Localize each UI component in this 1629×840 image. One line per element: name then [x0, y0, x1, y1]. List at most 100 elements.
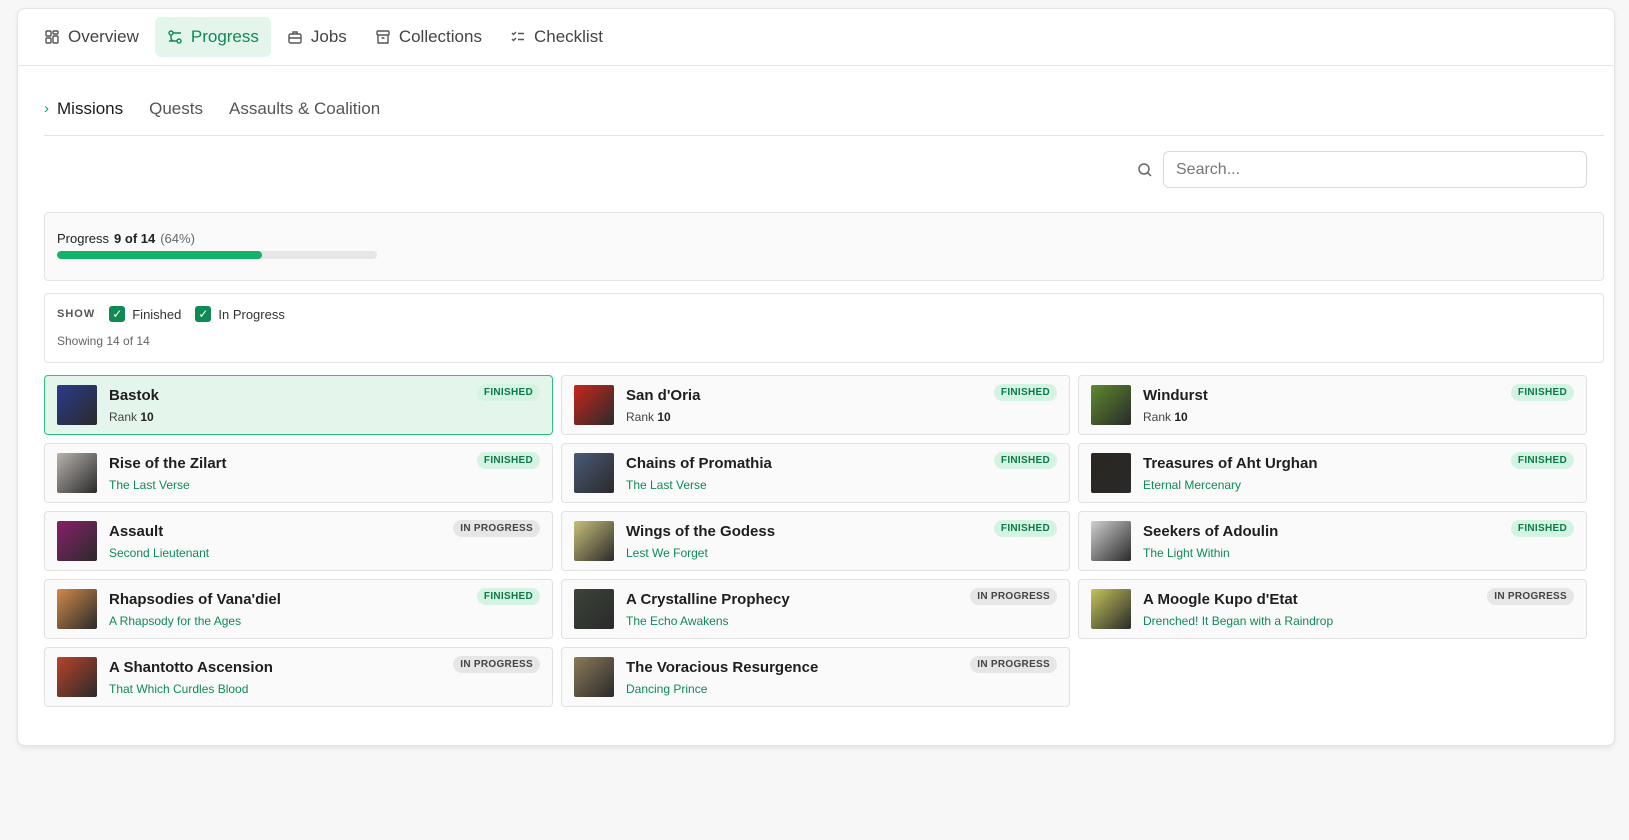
- mission-card[interactable]: San d'Oria Rank 10 FINISHED: [561, 375, 1070, 435]
- mission-card[interactable]: A Shantotto Ascension That Which Curdles …: [44, 647, 553, 707]
- subtab-assaults[interactable]: Assaults & Coalition: [229, 99, 380, 119]
- mission-title: Rise of the Zilart: [109, 454, 227, 472]
- mission-title: A Moogle Kupo d'Etat: [1143, 590, 1298, 608]
- mission-title: San d'Oria: [626, 386, 701, 404]
- in-progress-filter[interactable]: ✓ In Progress: [195, 306, 285, 322]
- checkbox-checked-icon[interactable]: ✓: [109, 306, 126, 322]
- top-nav: Overview Progress Jobs Collections Check…: [18, 9, 1614, 66]
- mission-thumbnail: [574, 453, 614, 493]
- status-badge: FINISHED: [1510, 520, 1574, 537]
- progress-percent: (64%): [160, 231, 195, 246]
- mission-subtitle: The Last Verse: [626, 477, 707, 492]
- mission-subtitle: Drenched! It Began with a Raindrop: [1143, 613, 1334, 628]
- status-badge: FINISHED: [993, 520, 1057, 537]
- mission-card[interactable]: Seekers of Adoulin The Light Within FINISH…: [1078, 511, 1587, 571]
- mission-thumbnail: [574, 521, 614, 561]
- tab-overview[interactable]: Overview: [32, 17, 151, 57]
- mission-rank: Rank 10: [109, 410, 159, 424]
- mission-card[interactable]: A Crystalline Prophecy The Echo Awakens IN…: [561, 579, 1070, 639]
- mission-thumbnail: [57, 657, 97, 697]
- mission-title: Wings of the Godess: [626, 522, 776, 540]
- mission-subtitle: The Echo Awakens: [626, 613, 729, 628]
- status-badge: IN PROGRESS: [453, 656, 540, 673]
- subtab-label: Missions: [57, 98, 124, 118]
- grid-icon: [45, 30, 59, 44]
- rank-label: Rank: [109, 409, 138, 424]
- tab-collections[interactable]: Collections: [363, 17, 494, 57]
- briefcase-icon: [288, 31, 302, 44]
- search-bar: [1137, 151, 1587, 188]
- mission-card[interactable]: Chains of Promathia The Last Verse FINISHE…: [561, 443, 1070, 503]
- mission-card[interactable]: Rhapsodies of Vana'diel A Rhapsody for th…: [44, 579, 553, 639]
- mission-thumbnail: [1091, 385, 1131, 425]
- mission-rank: Rank 10: [626, 410, 700, 424]
- mission-thumbnail: [1091, 589, 1131, 629]
- mission-card[interactable]: Assault Second Lieutenant IN PROGRESS: [44, 511, 553, 571]
- mission-subtitle: Dancing Prince: [626, 681, 708, 696]
- mission-title: Seekers of Adoulin: [1143, 522, 1279, 540]
- mission-subtitle: Second Lieutenant: [109, 545, 210, 560]
- rank-value: 10: [1174, 409, 1188, 424]
- showing-count: Showing 14 of 14: [57, 334, 150, 348]
- progress-summary: Progress 9 of 14 (64%): [44, 212, 1604, 281]
- chevron-right-icon: ›: [44, 100, 49, 117]
- status-badge: IN PROGRESS: [1487, 588, 1574, 605]
- mission-thumbnail: [1091, 453, 1131, 493]
- mission-card[interactable]: Rise of the Zilart The Last Verse FINISHED: [44, 443, 553, 503]
- archive-icon: [376, 30, 390, 44]
- mission-thumbnail: [574, 385, 614, 425]
- rank-label: Rank: [1143, 409, 1172, 424]
- mission-card[interactable]: A Moogle Kupo d'Etat Drenched! It Began w…: [1078, 579, 1587, 639]
- mission-title: A Crystalline Prophecy: [626, 590, 790, 608]
- rank-value: 10: [140, 409, 154, 424]
- subtab-quests[interactable]: Quests: [149, 99, 203, 119]
- mission-thumbnail: [57, 589, 97, 629]
- checklist-icon: [511, 31, 524, 42]
- tab-progress[interactable]: Progress: [154, 17, 271, 57]
- subtab-missions[interactable]: › Missions: [44, 99, 123, 119]
- status-badge: IN PROGRESS: [970, 656, 1057, 673]
- rank-value: 10: [657, 409, 671, 424]
- status-badge: FINISHED: [476, 588, 540, 605]
- mission-title: Treasures of Aht Urghan: [1143, 454, 1318, 472]
- mission-subtitle: Eternal Mercenary: [1143, 477, 1242, 492]
- status-badge: FINISHED: [1510, 384, 1574, 401]
- search-input[interactable]: [1163, 151, 1587, 188]
- mission-title: Bastok: [109, 386, 160, 404]
- mission-thumbnail: [57, 453, 97, 493]
- mission-subtitle: A Rhapsody for the Ages: [109, 613, 242, 628]
- show-label: SHOW: [57, 308, 96, 320]
- mission-title: Rhapsodies of Vana'diel: [109, 590, 281, 608]
- mission-card[interactable]: Bastok Rank 10 FINISHED: [44, 375, 553, 435]
- mission-title: Windurst: [1143, 386, 1208, 404]
- rank-label: Rank: [626, 409, 655, 424]
- status-badge: FINISHED: [993, 384, 1057, 401]
- progress-bar: [57, 251, 377, 259]
- mission-thumbnail: [1091, 521, 1131, 561]
- filter-panel: SHOW ✓ Finished ✓ In Progress Showing 14…: [44, 293, 1604, 363]
- search-icon: [1138, 162, 1152, 177]
- mission-card[interactable]: Wings of the Godess Lest We Forget FINISHE…: [561, 511, 1070, 571]
- mission-grid: Bastok Rank 10 FINISHED San d'Oria Rank 10 FI…: [44, 375, 1604, 707]
- tab-label: Jobs: [310, 27, 347, 46]
- mission-title: Assault: [109, 522, 164, 540]
- tab-checklist[interactable]: Checklist: [498, 17, 615, 57]
- mission-card[interactable]: The Voracious Resurgence Dancing Prince IN…: [561, 647, 1070, 707]
- status-badge: FINISHED: [993, 452, 1057, 469]
- mission-card[interactable]: Treasures of Aht Urghan Eternal Mercenary…: [1078, 443, 1587, 503]
- mission-title: The Voracious Resurgence: [626, 658, 819, 676]
- mission-card[interactable]: Windurst Rank 10 FINISHED: [1078, 375, 1587, 435]
- mission-subtitle: Lest We Forget: [626, 545, 708, 560]
- mission-thumbnail: [574, 657, 614, 697]
- status-badge: FINISHED: [1510, 452, 1574, 469]
- status-badge: IN PROGRESS: [453, 520, 540, 537]
- tab-label: Checklist: [533, 27, 603, 46]
- progress-bar-fill: [57, 251, 262, 259]
- status-badge: FINISHED: [476, 452, 540, 469]
- mission-rank: Rank 10: [1143, 410, 1208, 424]
- tab-jobs[interactable]: Jobs: [275, 17, 359, 57]
- checkbox-checked-icon[interactable]: ✓: [195, 306, 212, 322]
- subtab-label: Quests: [149, 98, 203, 118]
- finished-filter[interactable]: ✓ Finished: [109, 306, 181, 322]
- tab-label: Collections: [398, 27, 482, 46]
